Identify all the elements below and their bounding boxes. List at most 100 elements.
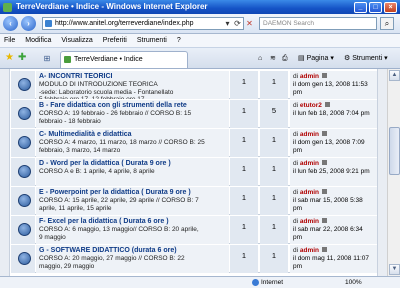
window-titlebar: TerreVerdiane • Indice - Windows Interne…	[0, 0, 400, 14]
forum-description-line: -sede: Laboratorio scuola media - Fontan…	[39, 88, 174, 96]
go-to-post-icon[interactable]	[321, 247, 327, 252]
topics-count: 1	[230, 71, 258, 99]
ie-app-icon	[3, 3, 12, 12]
page-icon: ▤	[298, 55, 305, 62]
minimize-button[interactable]: _	[354, 2, 367, 13]
go-to-post-icon[interactable]	[321, 160, 327, 165]
zoom-level[interactable]: 100%	[345, 277, 362, 288]
last-post-time: pm	[293, 89, 303, 96]
forum-title-link[interactable]: E - Powerpoint per la didattica ( Durata…	[39, 188, 226, 197]
forum-description-line: aprile, 11 aprile, 15 aprile	[39, 204, 112, 212]
forum-description-line: CORSO A: 6 maggio, 13 maggio// CORSO B: …	[39, 226, 199, 233]
site-favicon	[64, 56, 71, 63]
last-post: di admin il dom gen 13, 2008 7:09 pm	[290, 129, 377, 157]
print-icon[interactable]: ⎙	[282, 52, 288, 65]
feeds-icon[interactable]: ≋	[270, 52, 276, 65]
search-input[interactable]: DAEMON Search	[259, 17, 377, 30]
topics-count: 1	[230, 216, 258, 244]
window-controls: _ □ ×	[354, 2, 397, 13]
forum-frame-left	[0, 69, 10, 276]
add-favorite-icon[interactable]: ✚	[18, 52, 26, 64]
forum-row: E - Powerpoint per la didattica ( Durata…	[11, 186, 377, 215]
address-bar[interactable]: http://www.anitel.org/terreverdiane/inde…	[42, 17, 244, 30]
last-post: di admin il dom mag 11, 2008 11:07 pm	[290, 245, 377, 273]
go-to-post-icon[interactable]	[321, 131, 327, 136]
last-post-time: pm	[293, 263, 303, 270]
go-to-post-icon[interactable]	[321, 218, 327, 223]
scroll-up-icon[interactable]: ▲	[389, 70, 400, 81]
page-menu-label: Pagina	[306, 55, 329, 62]
last-post-author-link[interactable]: admin	[300, 73, 319, 80]
posts-count: 1	[260, 129, 288, 157]
last-post-author-link[interactable]: admin	[300, 131, 319, 138]
forum-folder-icon	[11, 158, 35, 186]
last-post: di admin il sab mar 15, 2008 5:38 pm	[290, 187, 377, 215]
scroll-thumb[interactable]	[389, 127, 400, 175]
forum-description-line: MODULO DI INTRODUZIONE TEORICA	[39, 81, 158, 88]
last-post-by: di	[293, 189, 299, 196]
forum-frame-right	[377, 69, 387, 276]
last-post-date: il lun feb 25, 2008 9:21 pm	[293, 168, 370, 175]
menu-file[interactable]: File	[4, 34, 15, 47]
posts-count: 1	[260, 71, 288, 99]
go-to-post-icon[interactable]	[324, 102, 330, 107]
last-post-date: il dom gen 13, 2008 11:53	[293, 81, 368, 88]
go-to-post-icon[interactable]	[321, 189, 327, 194]
scroll-down-icon[interactable]: ▼	[389, 264, 400, 275]
home-icon[interactable]: ⌂	[258, 52, 262, 65]
forum-description-line: CORSO A: 15 aprile, 22 aprile, 29 aprile…	[39, 197, 199, 204]
last-post-date: il lun feb 18, 2008 7:04 pm	[293, 110, 370, 117]
stop-icon[interactable]: ✕	[244, 17, 255, 30]
forum-title-link[interactable]: F- Excel per la didattica ( Durata 6 ore…	[39, 217, 226, 226]
tools-menu-label: Strumenti	[352, 55, 383, 62]
topics-count: 1	[230, 100, 258, 128]
forum-folder-icon	[11, 187, 35, 215]
last-post-author-link[interactable]: admin	[300, 160, 319, 167]
back-button[interactable]: ‹	[3, 16, 18, 31]
forum-title-link[interactable]: D - Word per la didattica ( Durata 9 ore…	[39, 159, 226, 168]
page-menu[interactable]: ▤ Pagina ▾	[298, 52, 334, 65]
forum-title-link[interactable]: C- Multimedialità e didattica	[39, 130, 226, 139]
page-icon	[45, 20, 52, 27]
forum-folder-icon	[11, 216, 35, 244]
close-button[interactable]: ×	[384, 2, 397, 13]
tab-list-icon[interactable]: ⊞	[36, 50, 58, 67]
last-post-by: di	[293, 102, 299, 109]
refresh-icon[interactable]: ⟳	[232, 17, 243, 30]
forum-info: E - Powerpoint per la didattica ( Durata…	[36, 187, 229, 215]
last-post-author-link[interactable]: etutor2	[300, 102, 322, 109]
menu-strumenti[interactable]: Strumenti	[137, 34, 167, 47]
forum-row: A- INCONTRI TEORICI MODULO DI INTRODUZIO…	[11, 70, 377, 99]
forward-button[interactable]: ›	[21, 16, 36, 31]
last-post-author-link[interactable]: admin	[300, 247, 319, 254]
last-post-author-link[interactable]: admin	[300, 189, 319, 196]
menu-preferiti[interactable]: Preferiti	[103, 34, 127, 47]
topics-count: 1	[230, 245, 258, 273]
status-bar: Internet 100%	[0, 276, 400, 288]
maximize-button[interactable]: □	[369, 2, 382, 13]
menu-help[interactable]: ?	[177, 34, 181, 47]
forum-description-line: 9 maggio	[39, 233, 66, 241]
menu-modifica[interactable]: Modifica	[25, 34, 51, 47]
forum-title-link[interactable]: G - SOFTWARE DIDATTICO (durata 6 ore)	[39, 246, 226, 255]
topics-count: 1	[230, 187, 258, 215]
tab-active[interactable]: TerreVerdiane • Indice	[60, 51, 188, 68]
address-url: http://www.anitel.org/terreverdiane/inde…	[55, 20, 194, 27]
menu-visualizza[interactable]: Visualizza	[61, 34, 92, 47]
search-icon[interactable]: ⌕	[380, 17, 394, 30]
forum-title-link[interactable]: B - Fare didattica con gli strumenti del…	[39, 101, 226, 110]
go-to-post-icon[interactable]	[321, 73, 327, 78]
favorites-star-icon[interactable]: ★	[5, 52, 14, 64]
posts-count: 1	[260, 158, 288, 186]
topics-count: 1	[230, 129, 258, 157]
posts-count: 1	[260, 216, 288, 244]
forum-title-link[interactable]: A- INCONTRI TEORICI	[39, 72, 226, 81]
topics-count: 1	[230, 158, 258, 186]
forum-info: D - Word per la didattica ( Durata 9 ore…	[36, 158, 229, 186]
forum-row: B - Fare didattica con gli strumenti del…	[11, 99, 377, 128]
last-post-by: di	[293, 131, 299, 138]
tools-menu[interactable]: ⚙ Strumenti ▾	[344, 52, 388, 65]
vertical-scrollbar[interactable]: ▲ ▼	[387, 69, 400, 276]
last-post-author-link[interactable]: admin	[300, 218, 319, 225]
last-post: di admin il dom gen 13, 2008 11:53 pm	[290, 71, 377, 99]
